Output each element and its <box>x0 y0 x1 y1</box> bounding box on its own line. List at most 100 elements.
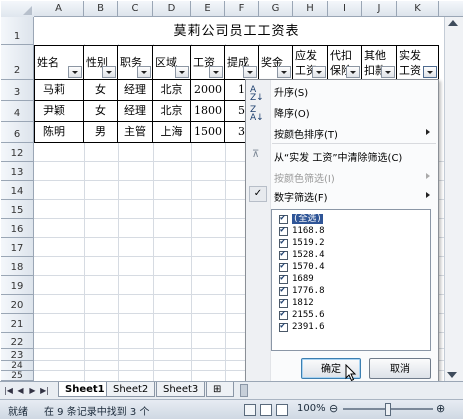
zoom-in-icon[interactable]: ⊕ <box>436 402 445 415</box>
cell-position[interactable]: 经理 <box>118 101 153 122</box>
row-header-25[interactable]: 25 <box>1 371 34 381</box>
list-item-value[interactable]: 1528.4 <box>279 249 325 261</box>
menu-number-filter[interactable]: 数字筛选(F) <box>274 189 328 204</box>
menu-clear-filter[interactable]: 从“实发 工资”中清除筛选(C) <box>274 149 402 164</box>
scroll-up-icon[interactable] <box>448 20 458 26</box>
row-header-20[interactable]: 20 <box>1 295 34 314</box>
header-commission[interactable]: 提成 <box>225 45 259 80</box>
menu-sort-ascending[interactable]: 升序(S) <box>274 84 308 99</box>
cancel-button[interactable]: 取消 <box>369 358 431 379</box>
filter-dropdown-bonus[interactable] <box>277 66 291 78</box>
row-header-15[interactable]: 15 <box>1 200 34 219</box>
cell-salary[interactable]: 2000 <box>191 80 225 101</box>
cell-salary[interactable]: 1500 <box>191 122 225 143</box>
column-header-k[interactable]: K <box>397 1 439 17</box>
filter-dropdown-name[interactable] <box>68 66 82 78</box>
insert-sheet-icon[interactable]: ⊞ <box>206 382 234 397</box>
checkbox[interactable] <box>279 249 288 260</box>
cell-position[interactable]: 经理 <box>118 80 153 101</box>
row-header-21[interactable]: 21 <box>1 314 34 333</box>
row-header-14[interactable]: 14 <box>1 181 34 200</box>
filter-dropdown-gender[interactable] <box>102 66 116 78</box>
column-header-e[interactable]: E <box>191 1 225 17</box>
next-sheet-icon[interactable]: ▶ <box>28 385 37 396</box>
list-item-value[interactable]: 1168.8 <box>279 225 325 237</box>
row-header-16[interactable]: 16 <box>1 219 34 238</box>
header-name[interactable]: 姓名 <box>34 45 84 80</box>
column-header-f[interactable]: F <box>225 1 259 17</box>
filter-value-list[interactable]: (全选) 1168.8 1519.2 1528.4 1570.4 1689 17… <box>271 209 431 351</box>
cell-gender[interactable]: 女 <box>84 80 118 101</box>
sheet-title-cell[interactable]: 莫莉公司员工工资表 <box>34 17 439 44</box>
filter-dropdown-deduct[interactable] <box>346 66 360 78</box>
checkbox[interactable] <box>279 225 288 236</box>
zoom-level[interactable]: 100% <box>297 403 326 414</box>
row-header-13[interactable]: 13 <box>1 162 34 181</box>
row-header-3[interactable]: 3 <box>1 80 34 101</box>
checkbox[interactable] <box>279 237 288 248</box>
list-item-value[interactable]: 1776.8 <box>279 285 325 297</box>
select-all-corner[interactable] <box>1 1 35 18</box>
cell-commission[interactable]: 1 <box>225 80 245 101</box>
vertical-scrollbar[interactable] <box>444 17 463 381</box>
filter-dropdown-payable[interactable] <box>312 66 326 78</box>
cell-salary[interactable]: 1800 <box>191 101 225 122</box>
row-header-17[interactable]: 17 <box>1 238 34 257</box>
list-item-value[interactable]: 1812 <box>279 297 314 309</box>
row-header-4[interactable]: 4 <box>1 101 34 122</box>
last-sheet-icon[interactable]: ▶| <box>40 385 49 396</box>
header-gender[interactable]: 性别 <box>84 45 118 80</box>
row-header-1[interactable]: 1 <box>1 17 34 45</box>
checkbox[interactable] <box>279 285 288 296</box>
checkbox[interactable] <box>279 309 288 320</box>
header-salary[interactable]: 工资 <box>191 45 225 80</box>
filter-dropdown-salary[interactable] <box>209 66 223 78</box>
page-break-icon[interactable] <box>276 404 288 416</box>
row-header-22[interactable]: 22 <box>1 333 34 349</box>
list-item-value[interactable]: 1570.4 <box>279 261 325 273</box>
column-header-j[interactable]: J <box>362 1 397 17</box>
filter-dropdown-commission[interactable] <box>243 66 257 78</box>
checkbox[interactable] <box>279 213 288 224</box>
cell-name[interactable]: 尹颖 <box>34 101 84 122</box>
menu-sort-descending[interactable]: 降序(O) <box>274 105 310 120</box>
tab-splitter[interactable] <box>240 384 248 397</box>
row-header-18[interactable]: 18 <box>1 257 34 276</box>
column-header-d[interactable]: D <box>153 1 191 17</box>
row-header-23[interactable]: 23 <box>1 349 34 361</box>
row-header-24[interactable]: 24 <box>1 361 34 371</box>
page-layout-icon[interactable] <box>260 404 272 416</box>
checkbox[interactable] <box>279 261 288 272</box>
row-header-2[interactable]: 2 <box>1 45 34 80</box>
list-item-value[interactable]: 2391.6 <box>279 321 325 333</box>
cell-gender[interactable]: 女 <box>84 101 118 122</box>
list-item-select-all[interactable]: (全选) <box>279 213 323 225</box>
tab-sheet3[interactable]: Sheet3 <box>156 382 206 397</box>
row-header-19[interactable]: 19 <box>1 276 34 295</box>
row-header-12[interactable]: 12 <box>1 143 34 162</box>
filter-active-icon[interactable] <box>423 66 437 78</box>
cell-name[interactable]: 陈明 <box>34 122 84 143</box>
cell-commission[interactable]: 5 <box>225 101 245 122</box>
list-item-value[interactable]: 1519.2 <box>279 237 325 249</box>
cell-region[interactable]: 北京 <box>153 80 191 101</box>
column-header-i[interactable]: I <box>328 1 362 17</box>
checkbox[interactable] <box>279 273 288 284</box>
menu-sort-by-color[interactable]: 按颜色排序(T) <box>274 126 338 141</box>
checkbox[interactable] <box>279 321 288 332</box>
list-item-value[interactable]: 1689 <box>279 273 314 285</box>
prev-sheet-icon[interactable]: ◀ <box>16 385 25 396</box>
header-other-deduction[interactable]: 其他 扣款 <box>362 45 397 80</box>
tab-sheet1[interactable]: Sheet1 <box>58 382 112 397</box>
header-position[interactable]: 职务 <box>118 45 153 80</box>
scroll-down-icon[interactable] <box>447 372 457 378</box>
row-header-6[interactable]: 6 <box>1 122 34 143</box>
cell-region[interactable]: 上海 <box>153 122 191 143</box>
header-bonus[interactable]: 奖金 <box>259 45 293 80</box>
checkbox[interactable] <box>279 297 288 308</box>
cell-region[interactable]: 北京 <box>153 101 191 122</box>
cell-name[interactable]: 马莉 <box>34 80 84 101</box>
header-deduct-insurance[interactable]: 代扣 保险 <box>328 45 362 80</box>
column-header-g[interactable]: G <box>259 1 293 17</box>
cell-commission[interactable]: 3 <box>225 122 245 143</box>
